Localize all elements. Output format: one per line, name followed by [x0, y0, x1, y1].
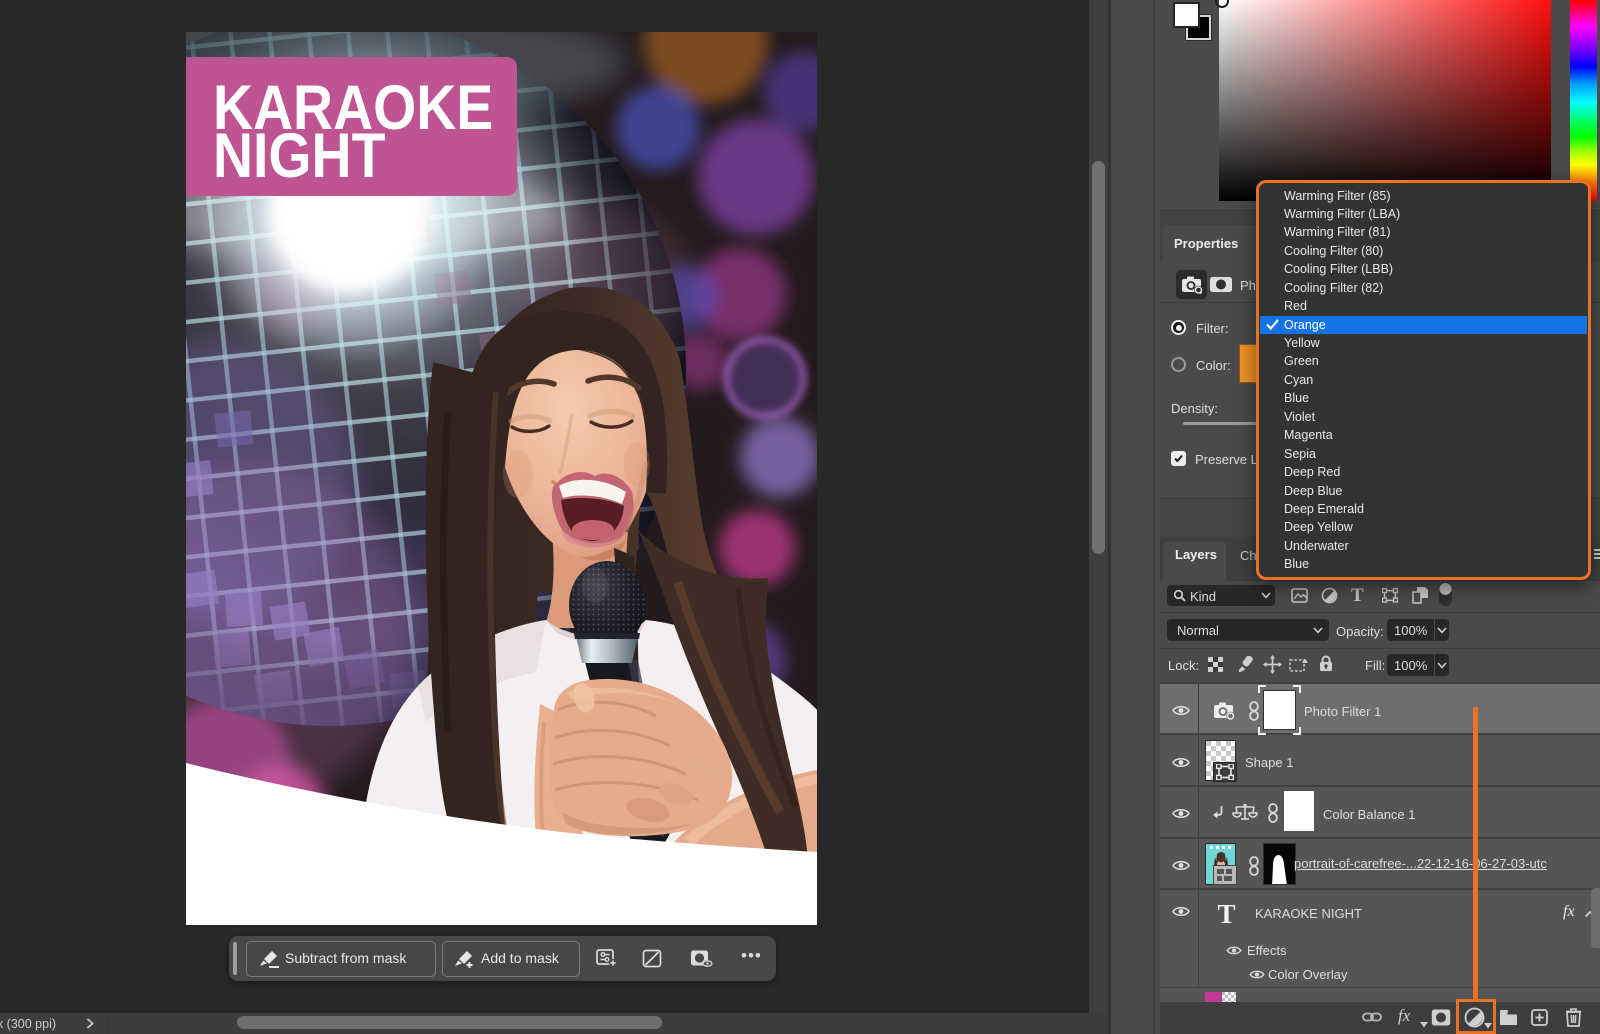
svg-text:NIGHT: NIGHT — [213, 120, 385, 191]
